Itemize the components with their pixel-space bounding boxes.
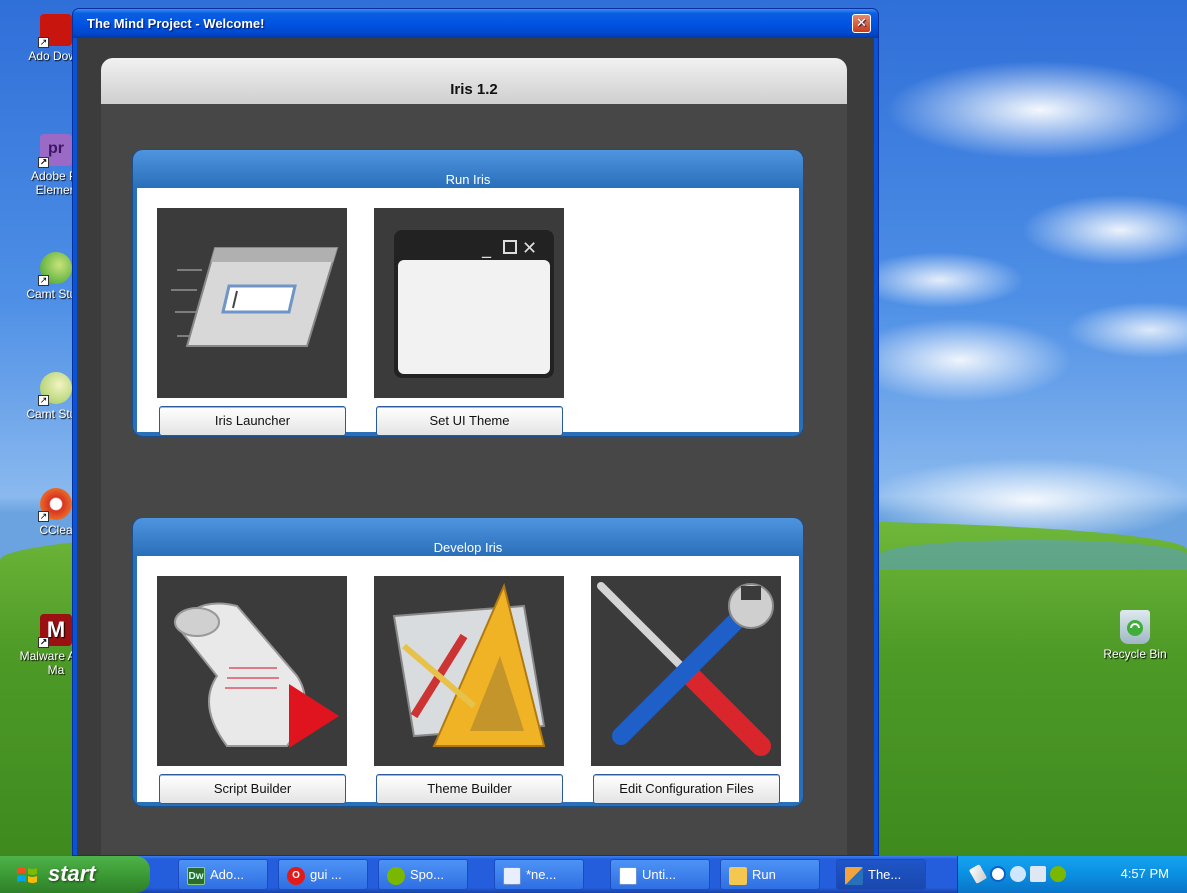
window-client: Iris 1.2 Run Iris Iris Launcher _ ✕ Set … — [77, 38, 874, 855]
theme-window-icon: _ ✕ — [374, 208, 564, 398]
ccleaner-icon: ↗ — [38, 488, 72, 522]
monitor-icon[interactable] — [1030, 866, 1046, 882]
folder-icon — [729, 866, 747, 885]
taskbar-item-label: gui ... — [310, 867, 342, 882]
taskbar-item-notepad[interactable]: *ne... — [494, 859, 584, 890]
iris-launcher-button[interactable]: Iris Launcher — [159, 406, 346, 436]
spotify-icon — [387, 866, 405, 885]
script-builder-button[interactable]: Script Builder — [159, 774, 346, 804]
start-button[interactable]: start — [0, 856, 150, 893]
taskbar: start Dw Ado... Ogui ... Spo... *ne... Un… — [0, 856, 1187, 893]
drafting-tools-icon — [374, 576, 564, 766]
taskbar-item-spotify[interactable]: Spo... — [378, 859, 468, 890]
section-body: Iris Launcher _ ✕ Set UI Theme — [137, 188, 799, 436]
pen-tool-icon[interactable] — [968, 864, 988, 884]
opera-icon: O — [287, 866, 305, 885]
app-window-icon — [845, 866, 863, 885]
edit-config-tile[interactable] — [591, 576, 781, 766]
app-header: Iris 1.2 — [101, 58, 847, 104]
camtasia-icon: ↗ — [38, 252, 72, 286]
svg-text:✕: ✕ — [522, 238, 537, 259]
section-title: Run Iris — [133, 150, 803, 188]
document-icon — [619, 866, 637, 885]
desktop-icon-recycle-bin[interactable]: Recycle Bin — [1090, 610, 1180, 661]
wallpaper-mountains — [880, 540, 1187, 570]
notepad-icon — [503, 866, 521, 885]
system-tray: 4:57 PM — [957, 856, 1187, 893]
theme-builder-button[interactable]: Theme Builder — [376, 774, 563, 804]
desktop-icon-label: Recycle Bin — [1103, 647, 1167, 661]
taskbar-item-dreamweaver[interactable]: Dw Ado... — [178, 859, 268, 890]
set-ui-theme-button[interactable]: Set UI Theme — [376, 406, 563, 436]
tray-arrow-icon[interactable] — [990, 866, 1006, 882]
iris-launcher-tile[interactable] — [157, 208, 347, 398]
network-icon[interactable] — [1010, 866, 1026, 882]
close-button[interactable]: ✕ — [852, 14, 871, 33]
windows-flag-icon — [17, 867, 37, 883]
set-ui-theme-tile[interactable]: _ ✕ — [374, 208, 564, 398]
recycle-bin-icon — [1120, 610, 1150, 644]
taskbar-item-untitled[interactable]: Unti... — [610, 859, 710, 890]
taskbar-item-label: Spo... — [410, 867, 444, 882]
svg-text:_: _ — [481, 238, 492, 259]
taskbar-item-label: The... — [868, 867, 902, 882]
taskbar-item-opera[interactable]: Ogui ... — [278, 859, 368, 890]
close-icon: ✕ — [856, 15, 867, 30]
malwarebytes-icon: M ↗ — [38, 614, 72, 648]
spotify-tray-icon[interactable] — [1050, 866, 1066, 882]
scroll-icon — [157, 576, 347, 766]
run-iris-section: Run Iris Iris Launcher _ ✕ Set UI Theme — [133, 150, 803, 436]
dreamweaver-icon: Dw — [187, 866, 205, 885]
adobe-reader-icon: ↗ — [38, 14, 72, 48]
camtasia-icon: ↗ — [38, 372, 72, 406]
section-body: Script Builder Theme Builder Edit Config… — [137, 556, 799, 804]
app-title: Iris 1.2 — [450, 81, 498, 98]
taskbar-item-run[interactable]: Run — [720, 859, 820, 890]
edit-config-button[interactable]: Edit Configuration Files — [593, 774, 780, 804]
section-title: Develop Iris — [133, 518, 803, 556]
script-builder-tile[interactable] — [157, 576, 347, 766]
window-titlebar[interactable]: The Mind Project - Welcome! ✕ — [73, 9, 878, 38]
taskbar-item-label: *ne... — [526, 867, 557, 882]
welcome-window: The Mind Project - Welcome! ✕ Iris 1.2 R… — [72, 8, 879, 856]
window-title: The Mind Project - Welcome! — [87, 16, 265, 31]
taskbar-item-label: Ado... — [210, 867, 244, 882]
content-stage: Run Iris Iris Launcher _ ✕ Set UI Theme … — [101, 104, 847, 855]
adobe-premiere-icon: pr ↗ — [38, 134, 72, 168]
launcher-window-icon — [157, 208, 347, 398]
theme-builder-tile[interactable] — [374, 576, 564, 766]
taskbar-item-mind-project[interactable]: The... — [836, 859, 926, 890]
start-label: start — [48, 861, 96, 886]
taskbar-item-label: Unti... — [642, 867, 676, 882]
taskbar-item-label: Run — [752, 867, 776, 882]
develop-iris-section: Develop Iris Script Builder Theme Builde… — [133, 518, 803, 806]
clock[interactable]: 4:57 PM — [1121, 866, 1169, 881]
screwdriver-wrench-icon — [591, 576, 781, 766]
